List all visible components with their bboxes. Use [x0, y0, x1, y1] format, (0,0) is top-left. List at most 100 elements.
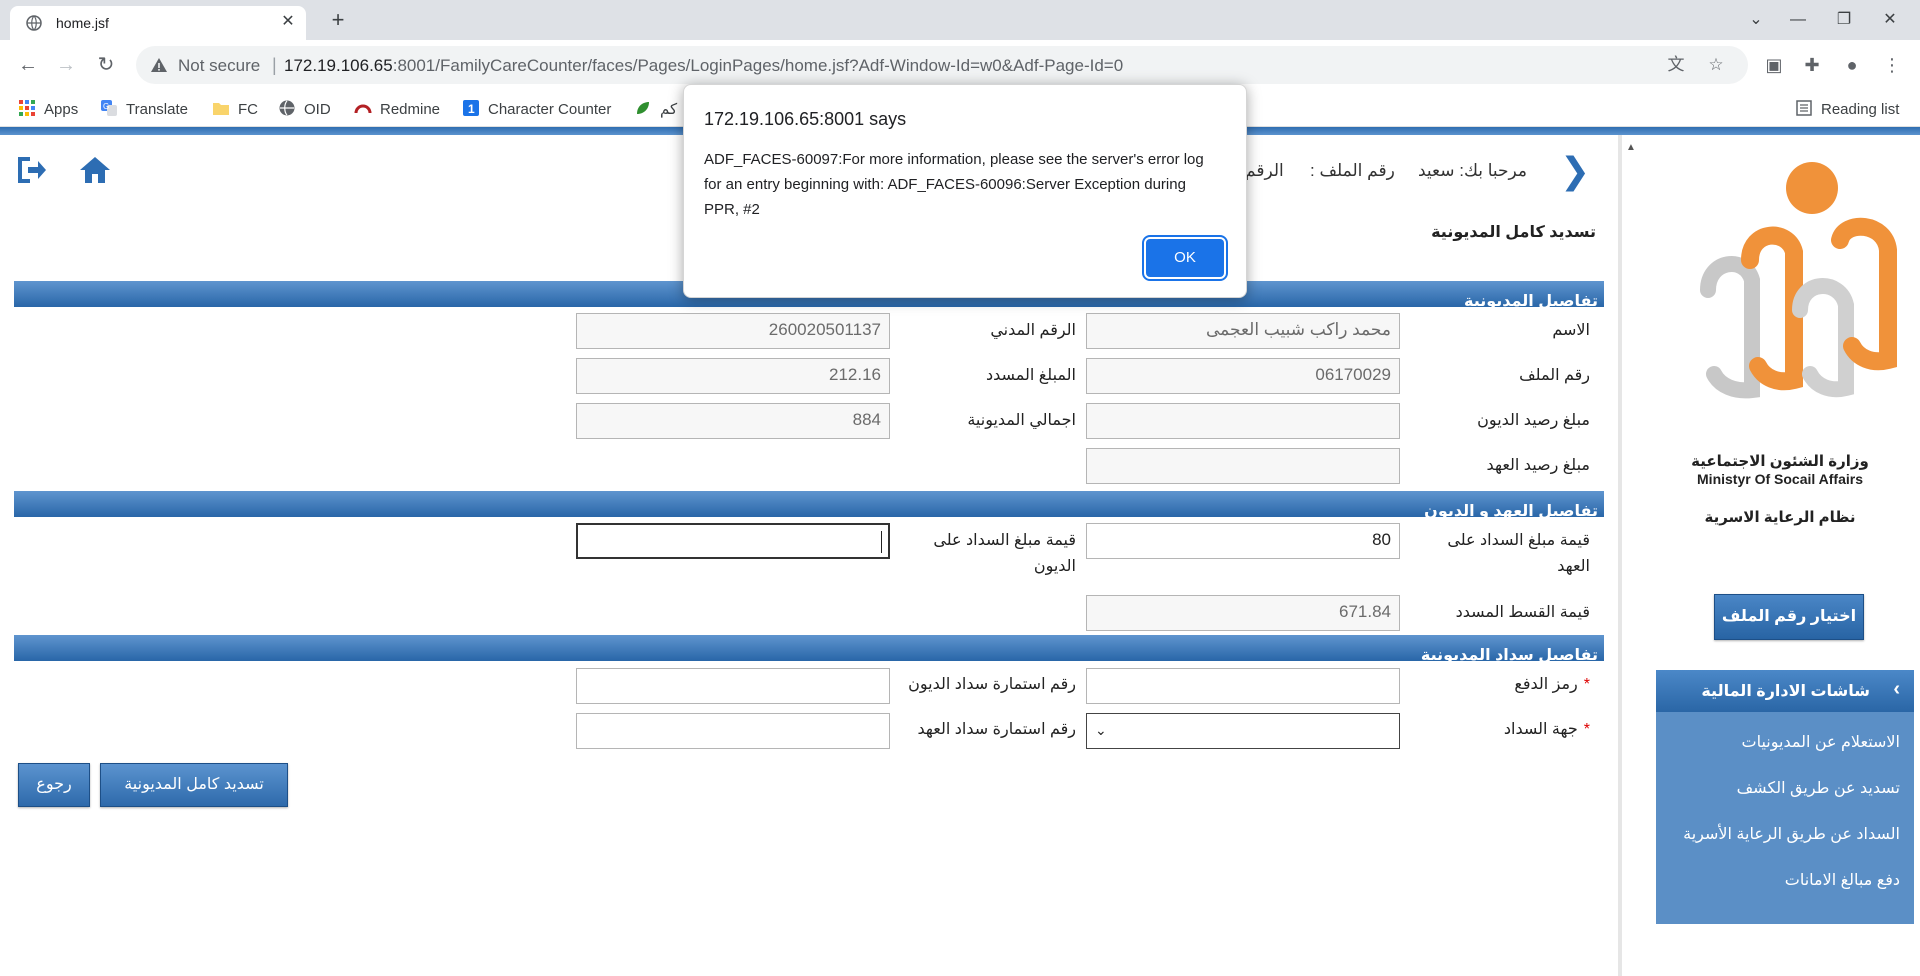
civil-id-label: الرقم المدني	[990, 322, 1076, 339]
tab-close-icon[interactable]: ✕	[278, 12, 298, 32]
required-mark: *	[1583, 721, 1590, 738]
tab-title: home.jsf	[56, 15, 109, 31]
paid-amount-label: المبلغ المسدد	[985, 367, 1076, 384]
puzzle-icon[interactable]: ✚	[1800, 53, 1824, 77]
restore-button[interactable]: ❐	[1830, 8, 1858, 32]
menu-item-deposits[interactable]: دفع مبالغ الامانات	[1785, 870, 1900, 890]
svg-text:G: G	[103, 102, 109, 111]
custody-balance-label: مبلغ رصيد العهد	[1486, 457, 1590, 474]
ministry-name-ar: وزارة الشئون الاجتماعية	[1691, 453, 1869, 470]
system-name: نظام الرعاية الاسرية	[1704, 509, 1856, 526]
reading-list[interactable]: Reading list	[1795, 99, 1899, 119]
translate-icon[interactable]: 文	[1666, 55, 1686, 75]
apps-grid-icon	[19, 100, 35, 116]
custody-form-label: رقم استمارة سداد العهد	[917, 721, 1076, 738]
main-content: تسديد كامل المديونية تفاصيل المديونية ال…	[0, 210, 1618, 976]
total-debt-label: اجمالي المديونية	[967, 412, 1076, 429]
scroll-up-icon[interactable]: ▲	[1626, 142, 1636, 153]
dialog-title: 172.19.106.65:8001 says	[704, 109, 907, 129]
pay-code-input[interactable]	[1086, 668, 1400, 704]
folder-icon	[213, 103, 229, 115]
profile-avatar-icon[interactable]: ●	[1840, 53, 1864, 77]
bookmark-km[interactable]: كم	[634, 99, 677, 119]
menu-item-pay-by-family-care[interactable]: السداد عن طريق الرعاية الأسرية	[1683, 824, 1900, 844]
custody-pay-input[interactable]: 80	[1086, 523, 1400, 559]
back-arrow-icon[interactable]: ←	[14, 51, 42, 79]
window-close-button[interactable]: ✕	[1876, 8, 1904, 32]
alert-dialog: 172.19.106.65:8001 says ADF_FACES-60097:…	[683, 84, 1247, 298]
dialog-ok-button[interactable]: OK	[1142, 235, 1228, 281]
debt-form-label: رقم استمارة سداد الديون	[908, 676, 1076, 693]
finance-menu-header[interactable]: ‹ شاشات الادارة المالية	[1656, 670, 1914, 712]
back-button[interactable]: رجوع	[18, 763, 90, 807]
reading-list-icon	[1796, 100, 1812, 116]
page-title: تسديد كامل المديونية	[1431, 224, 1596, 241]
counter-one-icon: 1	[463, 100, 479, 116]
dialog-message: ADF_FACES-60097:For more information, pl…	[704, 151, 1204, 218]
debt-pay-input[interactable]	[576, 523, 890, 559]
civil-id-field[interactable]: 260020501137	[576, 313, 890, 349]
menu-dots-icon[interactable]: ⋮	[1880, 53, 1904, 77]
section-payment-details: تفاصيل سداد المديونية	[14, 635, 1604, 664]
debt-form-input[interactable]	[576, 668, 890, 704]
bookmark-fc[interactable]: FC	[212, 99, 258, 119]
pay-full-button[interactable]: تسديد كامل المديونية	[100, 763, 288, 807]
tab-search-icon[interactable]: ⌄	[1742, 8, 1770, 32]
custody-pay-label: قيمة مبلغ السداد على العهد	[1447, 532, 1590, 575]
url-separator: |	[272, 55, 277, 75]
globe-icon	[26, 15, 42, 31]
leaf-icon	[637, 102, 649, 114]
new-tab-button[interactable]: +	[326, 8, 350, 32]
ministry-name-en: Ministyr Of Socail Affairs	[1697, 471, 1863, 487]
name-label: الاسم	[1552, 322, 1590, 339]
paid-amount-field[interactable]: 212.16	[576, 358, 890, 394]
chevron-right-icon[interactable]: ❯	[1560, 151, 1594, 191]
logout-icon[interactable]	[14, 153, 48, 187]
bookmark-translate[interactable]: G Translate	[100, 99, 188, 119]
browser-tab[interactable]: home.jsf ✕	[10, 6, 306, 40]
name-field[interactable]: محمد راكب شبيب العجمى	[1086, 313, 1400, 349]
extension-icon[interactable]: ▣	[1762, 53, 1786, 77]
forward-arrow-icon[interactable]: →	[52, 51, 80, 79]
url-text[interactable]: 172.19.106.65:8001/FamilyCareCounter/fac…	[284, 56, 1123, 76]
choose-file-button[interactable]: اختيار رقم الملف	[1714, 594, 1864, 640]
address-bar[interactable]: Not secure | 172.19.106.65:8001/FamilyCa…	[136, 46, 1748, 84]
debt-balance-label: مبلغ رصيد الديون	[1477, 412, 1590, 429]
menu-item-debt-inquiry[interactable]: الاستعلام عن المديونيات	[1742, 732, 1901, 752]
section-custody-debts: تفاصيل العهد و الديون	[14, 491, 1604, 520]
debt-pay-label: قيمة مبلغ السداد على الديون	[933, 532, 1076, 575]
custody-form-input[interactable]	[576, 713, 890, 749]
reload-icon[interactable]: ↻	[92, 51, 120, 79]
installment-field[interactable]: 671.84	[1086, 595, 1400, 631]
pay-entity-label: *جهة السداد	[1503, 721, 1590, 738]
file-no-field[interactable]: 06170029	[1086, 358, 1400, 394]
not-secure-label[interactable]: Not secure	[178, 56, 260, 76]
google-translate-icon: G	[101, 100, 117, 116]
home-icon[interactable]	[78, 153, 112, 187]
redmine-icon	[354, 104, 372, 114]
ministry-logo	[1700, 162, 1897, 399]
warning-icon[interactable]	[150, 56, 168, 74]
chevron-down-icon: ⌄	[1095, 722, 1107, 738]
pay-entity-select[interactable]: ⌄	[1086, 713, 1400, 749]
debt-balance-field[interactable]	[1086, 403, 1400, 439]
header-welcome: مرحبا بك: سعيد	[1418, 161, 1528, 180]
svg-text:1: 1	[468, 102, 475, 116]
pay-code-label: *رمز الدفع	[1514, 676, 1590, 693]
bookmark-oid[interactable]: OID	[278, 99, 331, 119]
header-file-number-label: رقم الملف :	[1310, 161, 1395, 180]
bookmark-star-icon[interactable]: ☆	[1706, 55, 1726, 75]
browser-tabstrip: home.jsf ✕ + ⌄ — ❐ ✕	[0, 0, 1920, 40]
menu-item-pay-by-statement[interactable]: تسديد عن طريق الكشف	[1737, 778, 1900, 798]
bookmark-apps[interactable]: Apps	[18, 99, 78, 119]
minimize-button[interactable]: —	[1784, 8, 1812, 32]
total-debt-field[interactable]: 884	[576, 403, 890, 439]
bookmark-redmine[interactable]: Redmine	[354, 99, 440, 119]
header-civil-label: الرقم	[1245, 161, 1284, 180]
custody-balance-field[interactable]	[1086, 448, 1400, 484]
required-mark: *	[1583, 676, 1590, 693]
file-no-label: رقم الملف	[1519, 367, 1590, 384]
finance-menu: الاستعلام عن المديونيات تسديد عن طريق ال…	[1656, 712, 1914, 924]
bookmark-character-counter[interactable]: 1 Character Counter	[462, 99, 611, 119]
chevron-left-icon: ‹	[1893, 678, 1900, 700]
